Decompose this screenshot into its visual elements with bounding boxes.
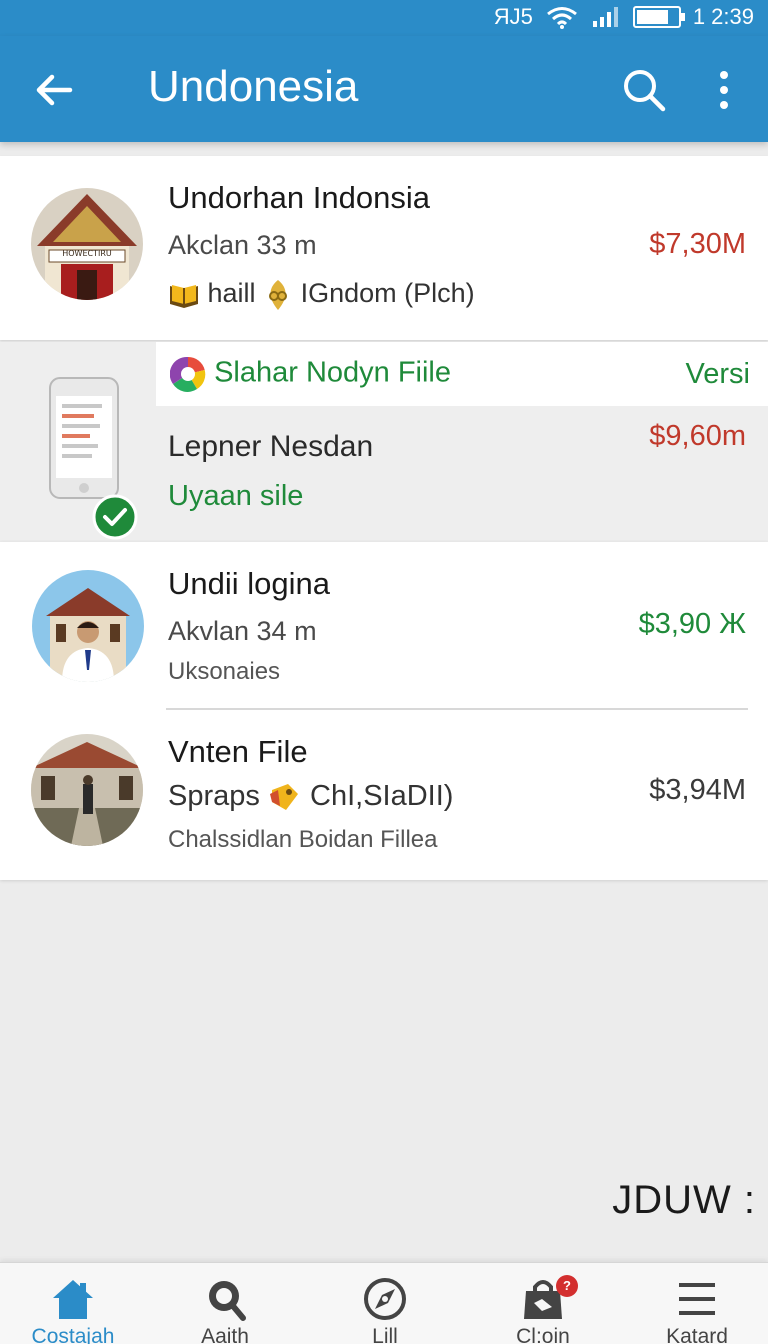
menu-icon: [679, 1283, 715, 1315]
page-title: Undonesia: [148, 62, 359, 111]
item-price: $9,60m: [649, 420, 746, 452]
bottom-nav: Costajah Aaith Lill ? Cl:oin Katard: [0, 1262, 768, 1344]
item-price: $3,94M: [649, 774, 746, 806]
nav-item-search[interactable]: Aaith: [160, 1277, 290, 1344]
list-item-4[interactable]: Vnten File Spraps ChI,SIaDII) Chalssidla…: [0, 710, 768, 880]
wifi-icon: [546, 7, 577, 29]
version-label: Versi: [685, 358, 750, 390]
meta-label-2: IGndom (Plch): [300, 278, 475, 309]
signal-icon: [592, 7, 618, 27]
item-detail: Uksonaies: [168, 658, 281, 685]
item-price: $7,30M: [649, 228, 746, 260]
nav-label-search: Aaith: [201, 1325, 249, 1344]
nav-item-home[interactable]: Costajah: [8, 1277, 138, 1344]
item-subtitle: Akclan 33 m: [168, 230, 317, 260]
compass-icon: [364, 1278, 406, 1320]
item-title: Undorhan Indonsia: [168, 180, 430, 215]
network-label: ЯJ5: [493, 4, 533, 29]
list-item-3[interactable]: Undii logina Akvlan 34 m Uksonaies $3,90…: [0, 542, 768, 708]
search-icon[interactable]: [618, 64, 670, 116]
search-icon: [209, 1281, 246, 1321]
status-bar: ЯJ5 1 2:39: [0, 0, 768, 36]
nav-item-explore[interactable]: Lill: [320, 1277, 450, 1344]
item-subtitle-b: ChI,SIaDII): [310, 780, 454, 812]
check-circle-icon: [92, 494, 138, 540]
person-avatar: [32, 570, 144, 682]
leaf-badge-icon: [269, 280, 288, 310]
more-vert-icon[interactable]: [704, 66, 744, 114]
home-icon: [53, 1280, 93, 1319]
item-tag: Slahar Nodyn Fiile: [170, 356, 451, 392]
item-subtitle: Spraps ChI,SIaDII): [168, 780, 453, 814]
nav-item-menu[interactable]: Katard: [632, 1277, 762, 1344]
list-item-1[interactable]: HOWECTIRU Undorhan Indonsia Akclan 33 m …: [0, 156, 768, 340]
nav-label-bag: Cl:oin: [516, 1325, 570, 1344]
phone-check-avatar: [48, 376, 138, 540]
item-meta: haill IGndom (Plch): [168, 278, 475, 312]
item-price: $3,90 Ж: [638, 608, 746, 640]
app-bar: Undonesia: [0, 36, 768, 142]
item-subtitle-a: Spraps: [168, 780, 260, 812]
clock: 1 2:39: [692, 4, 754, 29]
item-subtitle: Uyaan sile: [168, 480, 304, 512]
nav-item-bag[interactable]: ? Cl:oin: [478, 1275, 608, 1344]
nav-label-explore: Lill: [372, 1325, 398, 1344]
battery-icon: [632, 6, 685, 28]
item-subtitle: Akvlan 34 m: [168, 616, 317, 646]
nav-label-home: Costajah: [31, 1325, 115, 1344]
colorwheel-icon: [170, 356, 206, 392]
avatar-sign: HOWECTIRU: [62, 249, 112, 258]
back-arrow-icon[interactable]: [30, 66, 78, 114]
tag-icon: [269, 784, 298, 811]
item-detail: Chalssidlan Boidan Fillea: [168, 826, 438, 853]
meta-label-1: haill: [207, 278, 256, 309]
notification-badge: ?: [556, 1275, 578, 1297]
corner-label: JDUW :: [612, 1178, 756, 1222]
item-title: Lepner Nesdan: [168, 430, 374, 463]
list-group: Undii logina Akvlan 34 m Uksonaies $3,90…: [0, 542, 768, 880]
nav-label-menu: Katard: [666, 1325, 728, 1344]
building-avatar: HOWECTIRU: [31, 188, 143, 300]
house-avatar: [31, 734, 143, 846]
book-icon: [170, 285, 198, 308]
item-title: Undii logina: [168, 566, 330, 601]
item-tag-label: Slahar Nodyn Fiile: [214, 356, 452, 389]
list-item-2[interactable]: Slahar Nodyn Fiile Versi Lepner Nesdan U…: [0, 342, 768, 540]
item-title: Vnten File: [168, 734, 308, 769]
